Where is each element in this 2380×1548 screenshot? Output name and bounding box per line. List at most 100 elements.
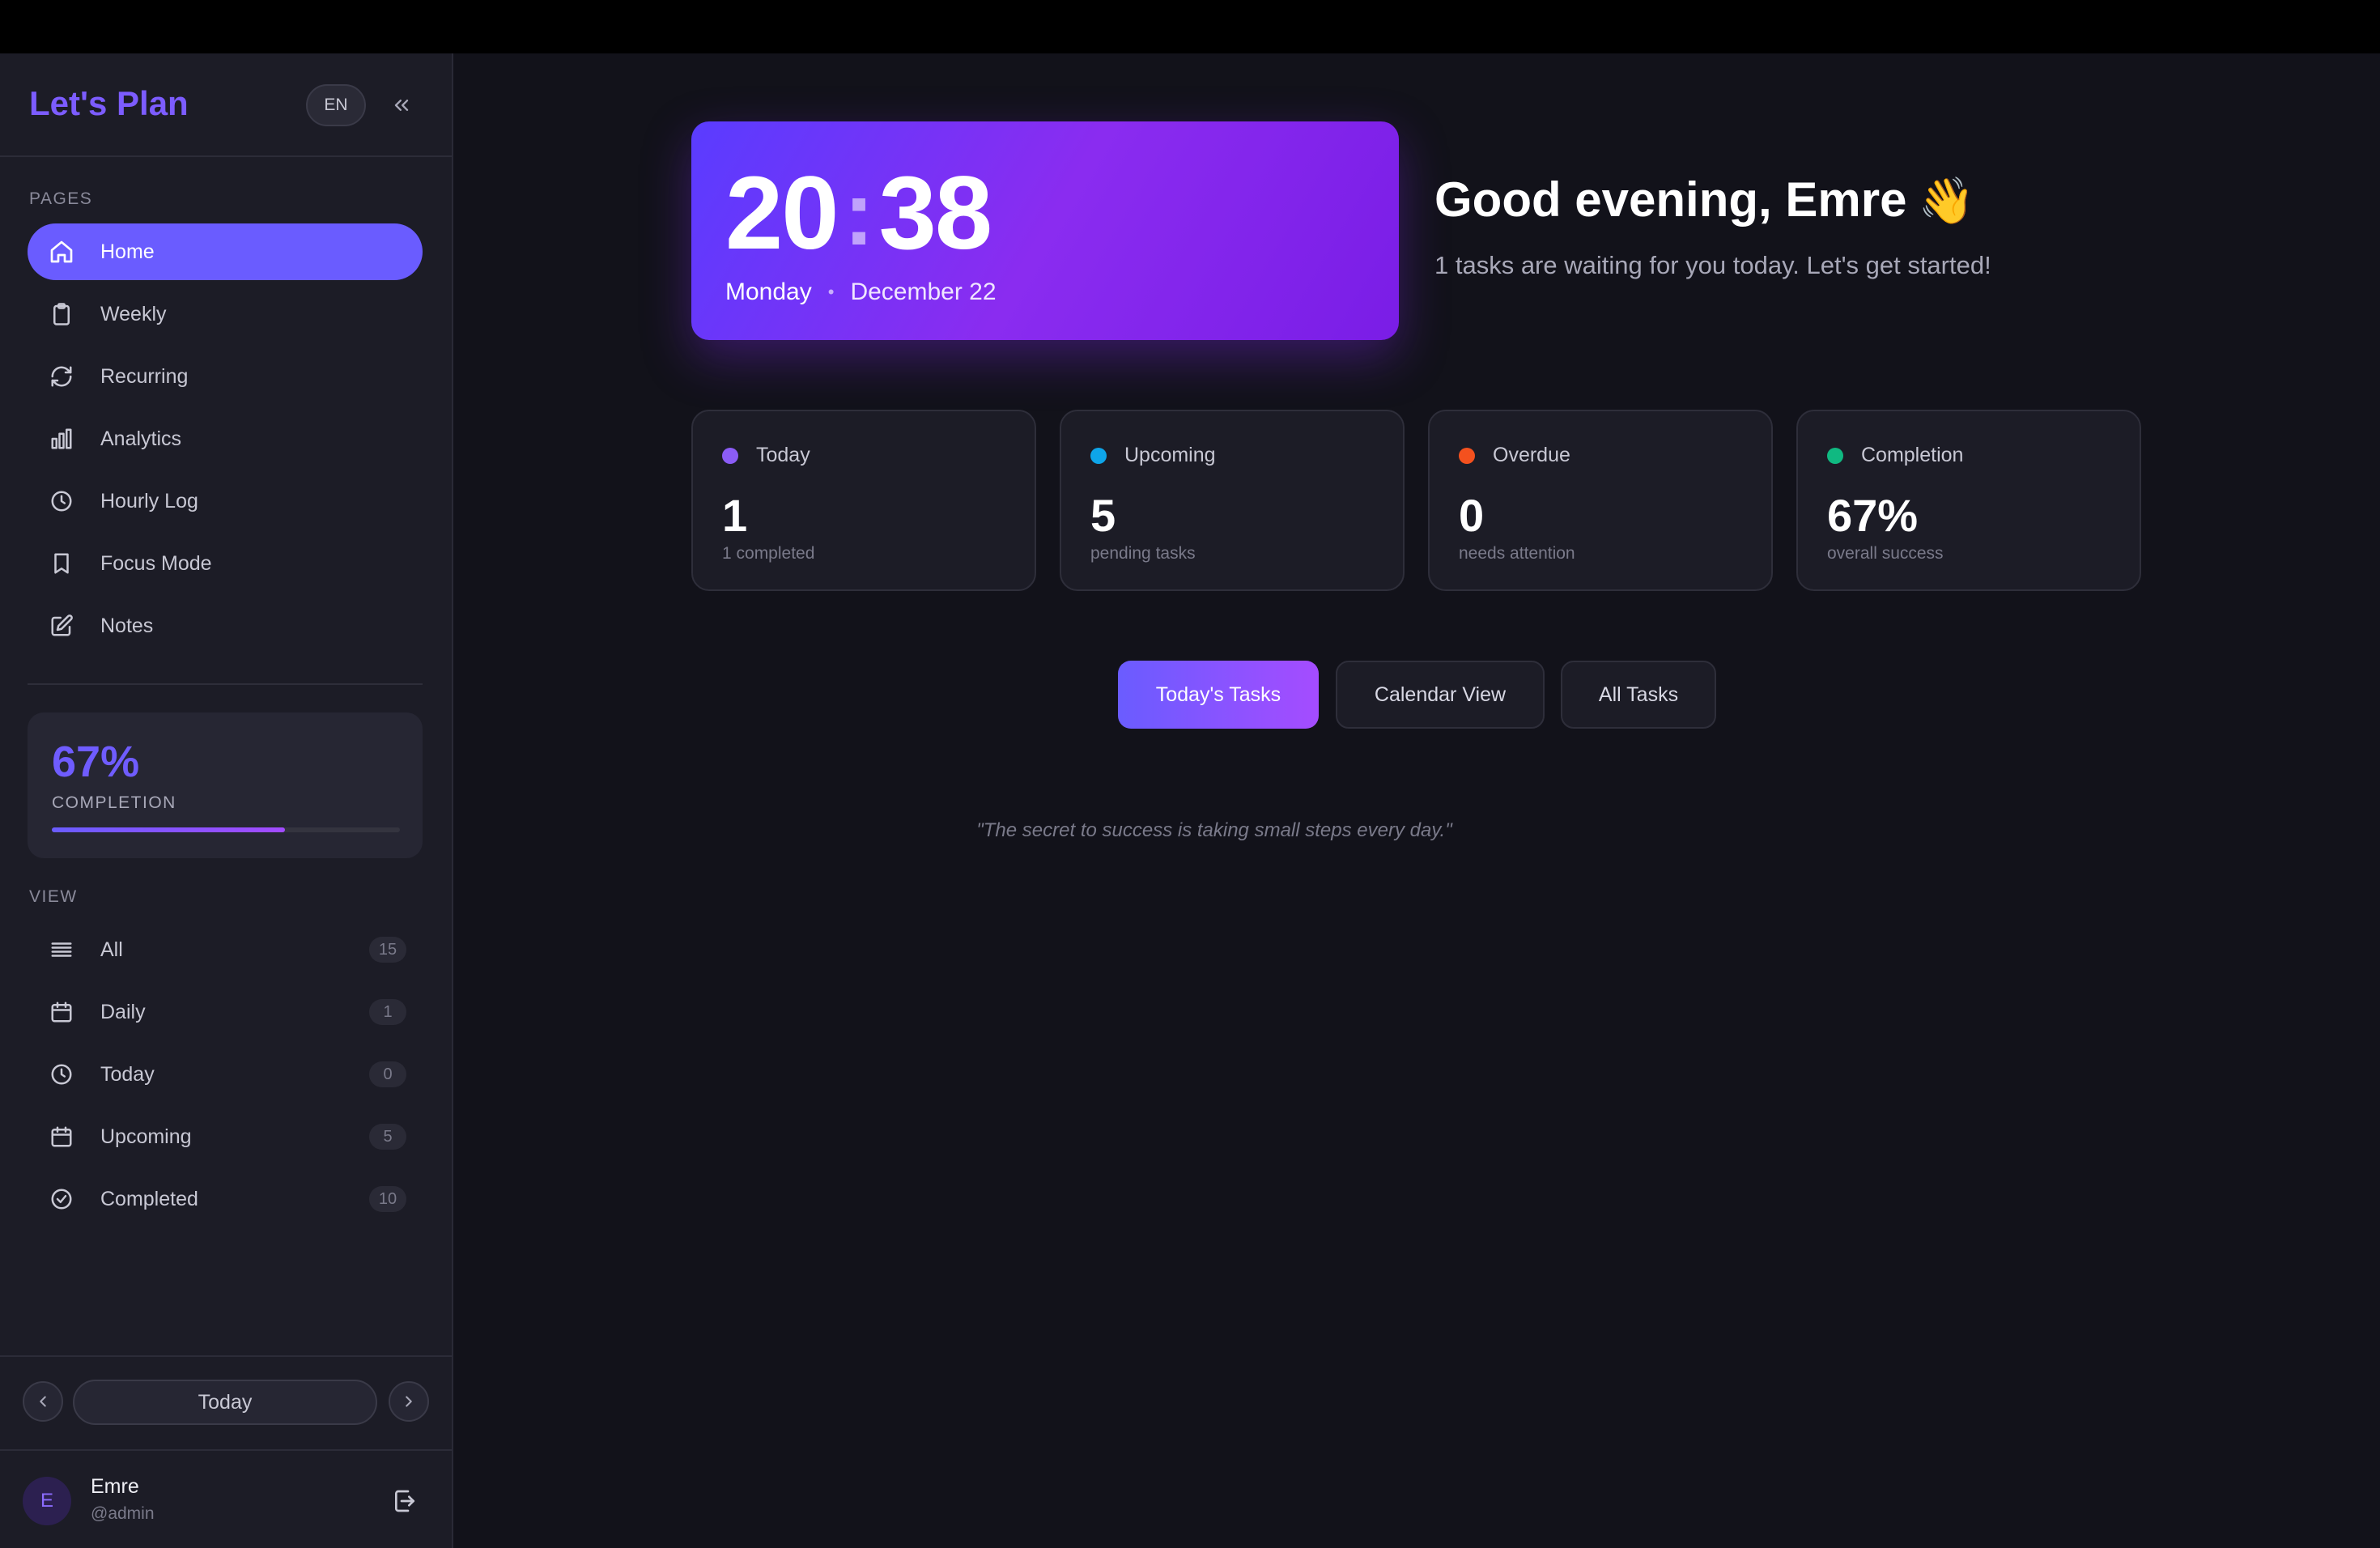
status-dot: [1459, 447, 1475, 464]
stat-card-today[interactable]: Today 1 1 completed: [691, 410, 1036, 591]
prev-day-button[interactable]: [23, 1381, 63, 1422]
refresh-icon: [47, 362, 76, 391]
status-dot: [1827, 447, 1843, 464]
view-item-label: Daily: [100, 1000, 146, 1023]
view-item-today[interactable]: Today 0: [28, 1046, 423, 1103]
stat-card-upcoming[interactable]: Upcoming 5 pending tasks: [1060, 410, 1405, 591]
clock-hours: 20: [725, 155, 839, 271]
view-item-daily[interactable]: Daily 1: [28, 984, 423, 1040]
sidebar-item-label: Notes: [100, 614, 154, 637]
status-dot: [722, 447, 738, 464]
clipboard-icon: [47, 300, 76, 329]
language-button[interactable]: EN: [306, 84, 366, 126]
sidebar-item-label: Analytics: [100, 427, 182, 450]
calendar-icon: [47, 1122, 76, 1151]
sidebar-item-label: Home: [100, 240, 155, 263]
stat-subtitle: overall success: [1827, 544, 1944, 563]
chevron-right-icon: [406, 1396, 412, 1407]
sidebar-item-weekly[interactable]: Weekly: [28, 286, 423, 342]
pages-section-label: PAGES: [29, 189, 93, 208]
bar-chart-icon: [47, 424, 76, 453]
clock-separator: :: [844, 163, 873, 264]
clock-time: 20 : 38: [725, 154, 992, 273]
sidebar-item-recurring[interactable]: Recurring: [28, 348, 423, 405]
stat-subtitle: pending tasks: [1090, 544, 1196, 563]
sidebar-item-focus-mode[interactable]: Focus Mode: [28, 535, 423, 592]
stat-title: Completion: [1827, 444, 1963, 467]
calendar-icon: [47, 997, 76, 1027]
chevron-left-icon: [40, 1396, 46, 1407]
stat-title-text: Overdue: [1493, 444, 1570, 466]
stat-value: 5: [1090, 490, 1116, 541]
date-separator-dot: •: [827, 282, 835, 302]
view-item-label: Upcoming: [100, 1125, 192, 1148]
today-button[interactable]: Today: [73, 1380, 377, 1425]
user-divider: [0, 1449, 452, 1451]
check-circle-icon: [47, 1184, 76, 1214]
view-item-upcoming[interactable]: Upcoming 5: [28, 1108, 423, 1165]
count-badge: 10: [369, 1186, 406, 1212]
stat-value: 0: [1459, 490, 1485, 541]
view-item-all[interactable]: All 15: [28, 921, 423, 978]
sidebar: Let's Plan EN PAGES Home Weekly Recurrin…: [0, 53, 453, 1548]
collapse-sidebar-button[interactable]: [385, 89, 418, 121]
sidebar-item-notes[interactable]: Notes: [28, 598, 423, 654]
stat-subtitle: needs attention: [1459, 544, 1575, 563]
stat-title-text: Today: [756, 444, 810, 466]
stat-value: 67%: [1827, 490, 1919, 541]
home-icon: [47, 237, 76, 266]
sidebar-item-hourly-log[interactable]: Hourly Log: [28, 473, 423, 529]
tab-all-tasks[interactable]: All Tasks: [1561, 661, 1716, 729]
view-section-label: VIEW: [29, 887, 78, 906]
clock-day: Monday: [725, 279, 812, 305]
sidebar-item-label: Recurring: [100, 364, 189, 388]
next-day-button[interactable]: [389, 1381, 429, 1422]
completion-value: 67%: [52, 738, 140, 786]
logout-button[interactable]: [389, 1485, 421, 1517]
view-item-label: All: [100, 938, 123, 961]
waving-hand-icon: 👋: [1918, 175, 1975, 226]
count-badge: 5: [369, 1124, 406, 1150]
stat-subtitle: 1 completed: [722, 544, 815, 563]
app-brand[interactable]: Let's Plan: [29, 84, 189, 123]
clock-minutes: 38: [878, 155, 992, 271]
stat-card-overdue[interactable]: Overdue 0 needs attention: [1428, 410, 1773, 591]
list-icon: [47, 935, 76, 964]
stat-card-completion[interactable]: Completion 67% overall success: [1796, 410, 2141, 591]
chevrons-left-icon: [394, 100, 409, 111]
completion-label: COMPLETION: [52, 793, 176, 812]
greeting-text: Good evening, Emre: [1434, 172, 1907, 227]
sidebar-item-home[interactable]: Home: [28, 223, 423, 280]
stat-title: Overdue: [1459, 444, 1570, 467]
stat-title: Today: [722, 444, 810, 467]
sidebar-item-analytics[interactable]: Analytics: [28, 410, 423, 467]
sidebar-item-label: Weekly: [100, 302, 167, 325]
stat-title: Upcoming: [1090, 444, 1216, 467]
avatar[interactable]: E: [23, 1477, 71, 1525]
view-item-completed[interactable]: Completed 10: [28, 1171, 423, 1227]
edit-icon: [47, 611, 76, 640]
stat-value: 1: [722, 490, 748, 541]
clock-icon: [47, 487, 76, 516]
clock-icon: [47, 1060, 76, 1089]
status-dot: [1090, 447, 1107, 464]
tab-todays-tasks[interactable]: Today's Tasks: [1118, 661, 1319, 729]
greeting-title: Good evening, Emre 👋: [1434, 172, 1974, 228]
logout-icon: [395, 1490, 414, 1512]
date-nav-divider: [0, 1355, 452, 1357]
sidebar-item-label: Hourly Log: [100, 489, 198, 512]
stat-title-text: Upcoming: [1124, 444, 1216, 466]
bookmark-icon: [47, 549, 76, 578]
motivational-quote: "The secret to success is taking small s…: [976, 819, 1452, 841]
view-item-label: Today: [100, 1062, 155, 1086]
count-badge: 15: [369, 937, 406, 963]
user-name: Emre: [91, 1475, 139, 1498]
view-item-label: Completed: [100, 1187, 198, 1210]
user-handle: @admin: [91, 1504, 155, 1523]
tab-calendar-view[interactable]: Calendar View: [1336, 661, 1545, 729]
clock-card: 20 : 38 Monday • December 22: [691, 121, 1399, 340]
sidebar-item-label: Focus Mode: [100, 551, 212, 575]
sidebar-header: Let's Plan EN: [0, 53, 452, 157]
window-top-bar: [0, 0, 2380, 53]
completion-progress-fill: [52, 827, 286, 832]
